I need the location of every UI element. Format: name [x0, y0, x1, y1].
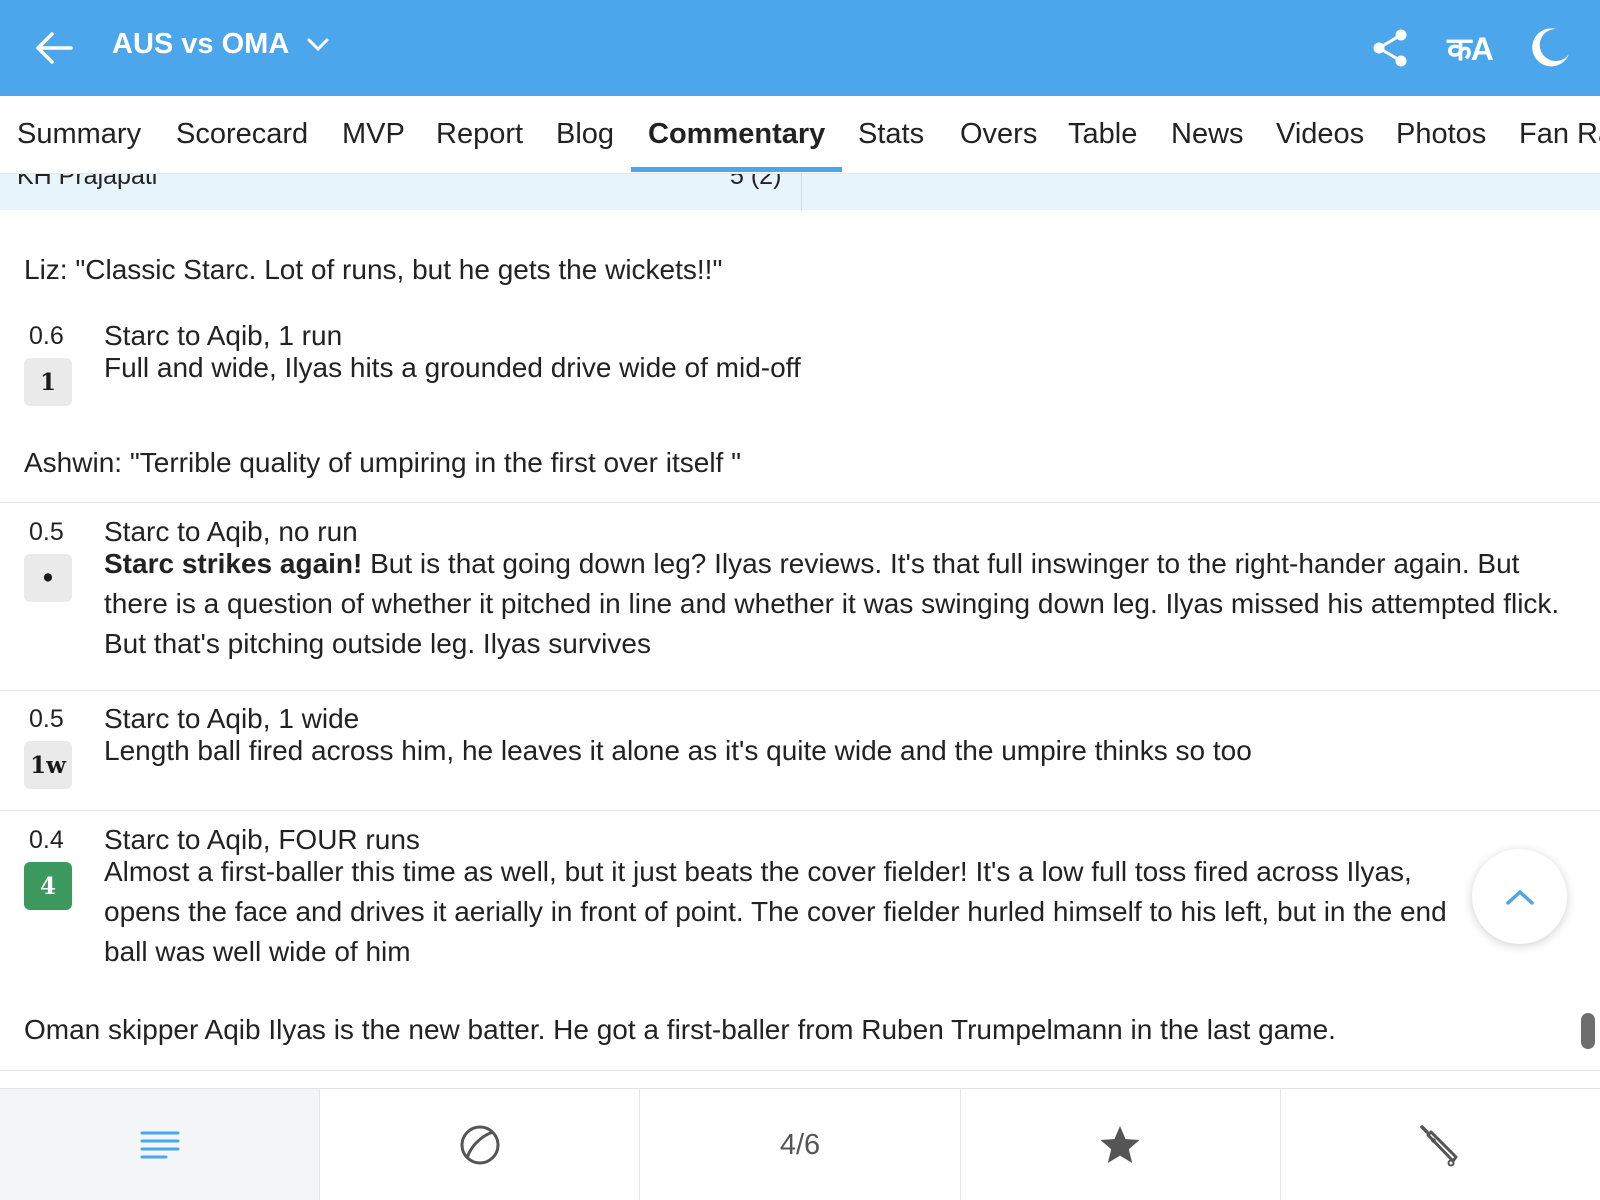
ball-by-ball-button[interactable] [320, 1089, 641, 1200]
commentary-note: Liz: "Classic Starc. Lot of runs, but he… [24, 254, 723, 285]
tab-report[interactable]: Report [436, 96, 523, 173]
cricket-ball-icon [460, 1125, 500, 1165]
tab-videos[interactable]: Videos [1276, 96, 1364, 173]
over-number: 0.5 [29, 518, 64, 546]
dark-mode-icon[interactable] [1510, 0, 1590, 96]
four-badge: 4 [24, 862, 72, 910]
commentary-note: Oman skipper Aqib Ilyas is the new batte… [24, 1014, 1336, 1045]
scrollbar-thumb[interactable] [1581, 1013, 1595, 1049]
scroll-to-top-button[interactable] [1472, 849, 1567, 944]
ball-description: Full and wide, Ilyas hits a grounded dri… [104, 352, 801, 383]
wide-badge: 1w [24, 741, 72, 789]
over-number: 0.4 [29, 826, 64, 854]
batter-row: KH Prajapati 5 (2) [0, 174, 1600, 210]
match-title: AUS vs OMA [112, 28, 290, 60]
separator [0, 810, 1600, 811]
tab-scorecard[interactable]: Scorecard [176, 96, 308, 173]
column-divider [801, 174, 802, 210]
dot-ball-badge: • [24, 554, 72, 602]
chevron-down-icon [307, 38, 329, 51]
cricket-bat-icon [1420, 1125, 1458, 1167]
batting-button[interactable] [1281, 1089, 1600, 1200]
tab-overs[interactable]: Overs [960, 96, 1037, 173]
match-selector[interactable]: AUS vs OMA [112, 28, 329, 61]
over-number: 0.6 [29, 322, 64, 350]
batter-name: KH Prajapati [17, 174, 158, 190]
page-counter[interactable]: 4/6 [640, 1089, 961, 1200]
commentary-note: Ashwin: "Terrible quality of umpiring in… [24, 447, 742, 478]
language-icon[interactable]: कA [1430, 0, 1510, 96]
tab-mvp[interactable]: MVP [342, 96, 405, 173]
run-badge: 1 [24, 358, 72, 406]
tab-commentary[interactable]: Commentary [648, 96, 825, 173]
ball-description: Length ball fired across him, he leaves … [104, 735, 1252, 766]
top-app-bar: AUS vs OMA कA [0, 0, 1600, 96]
share-icon[interactable] [1350, 0, 1430, 96]
chevron-up-icon [1505, 889, 1534, 905]
tab-fan-ratings[interactable]: Fan Ra [1519, 96, 1600, 173]
tab-blog[interactable]: Blog [556, 96, 614, 173]
active-tab-indicator [631, 167, 842, 172]
separator [0, 502, 1600, 503]
separator [0, 1070, 1600, 1071]
ball-description: Almost a first-baller this time as well,… [104, 856, 1447, 967]
bottom-navigation: 4/6 [0, 1088, 1600, 1200]
tab-news[interactable]: News [1171, 96, 1244, 173]
separator [0, 690, 1600, 691]
tab-photos[interactable]: Photos [1396, 96, 1486, 173]
star-icon [1100, 1126, 1140, 1163]
batter-score: 5 (2) [730, 174, 782, 190]
match-tabs: Summary Scorecard MVP Report Blog Commen… [0, 96, 1600, 174]
back-arrow-icon[interactable] [30, 24, 78, 72]
tab-table[interactable]: Table [1068, 96, 1137, 173]
highlight-text: Starc strikes again! [104, 548, 363, 579]
tab-stats[interactable]: Stats [858, 96, 924, 173]
over-number: 0.5 [29, 705, 64, 733]
tab-summary[interactable]: Summary [17, 96, 141, 173]
commentary-list-button[interactable] [0, 1089, 321, 1200]
ball-description: Starc strikes again! But is that going d… [104, 548, 1560, 659]
favourites-button[interactable] [961, 1089, 1281, 1200]
menu-lines-icon [140, 1131, 180, 1159]
